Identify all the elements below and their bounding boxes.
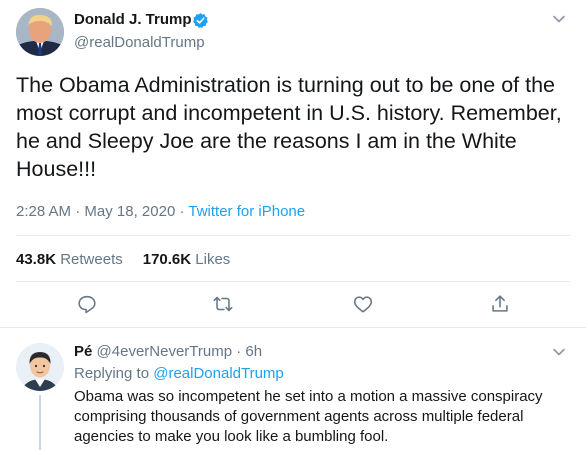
tweet-stats: 43.8K Retweets 170.6K Likes	[16, 251, 230, 268]
retweets-count: 43.8K	[16, 251, 57, 268]
reply-author-handle[interactable]: @4everNeverTrump	[97, 343, 233, 360]
thread-connector	[39, 395, 41, 450]
reply-separator: ·	[236, 343, 242, 360]
tweet-text: The Obama Administration is turning out …	[16, 73, 562, 181]
tweet-meta: 2:28 AM · May 18, 2020 · Twitter for iPh…	[16, 203, 305, 220]
share-icon[interactable]	[489, 293, 511, 315]
retweet-icon[interactable]	[212, 293, 234, 315]
reply-header: Pé @4everNeverTrump · 6h	[74, 343, 262, 360]
likes-stat[interactable]: 170.6K Likes	[143, 251, 231, 268]
divider	[16, 281, 570, 282]
verified-badge-icon	[193, 13, 208, 29]
meta-separator: ·	[75, 203, 81, 220]
main-tweet: Donald J. Trump @realDonaldTrump The Oba…	[0, 0, 586, 328]
replying-to-mention[interactable]: @realDonaldTrump	[153, 365, 284, 382]
author-avatar[interactable]	[16, 8, 64, 56]
chevron-down-icon[interactable]	[552, 12, 566, 26]
author-handle[interactable]: @realDonaldTrump	[74, 34, 205, 51]
reply-time[interactable]: 6h	[245, 343, 262, 360]
divider	[16, 235, 570, 236]
author-avatar-image	[16, 8, 64, 56]
reply-text: Obama was so incompetent he set into a m…	[74, 388, 543, 445]
retweets-stat[interactable]: 43.8K Retweets	[16, 251, 123, 268]
tweet-date[interactable]: May 18, 2020	[84, 203, 175, 220]
reply-icon[interactable]	[76, 293, 98, 315]
reply-avatar-image	[16, 343, 64, 391]
meta-separator: ·	[179, 203, 185, 220]
likes-label: Likes	[195, 251, 231, 268]
replying-to-label: Replying to	[74, 365, 150, 382]
reply-tweet[interactable]: Pé @4everNeverTrump · 6h Replying to @re…	[0, 329, 586, 450]
tweet-time[interactable]: 2:28 AM	[16, 203, 71, 220]
likes-count: 170.6K	[142, 251, 192, 268]
reply-author-name[interactable]: Pé	[74, 343, 92, 360]
reply-avatar[interactable]	[16, 343, 64, 391]
replying-to: Replying to @realDonaldTrump	[74, 365, 284, 382]
author-name[interactable]: Donald J. Trump	[74, 11, 192, 28]
like-icon[interactable]	[352, 293, 374, 315]
retweets-label: Retweets	[60, 251, 123, 268]
chevron-down-icon[interactable]	[552, 345, 566, 359]
tweet-source-link[interactable]: Twitter for iPhone	[188, 203, 305, 220]
